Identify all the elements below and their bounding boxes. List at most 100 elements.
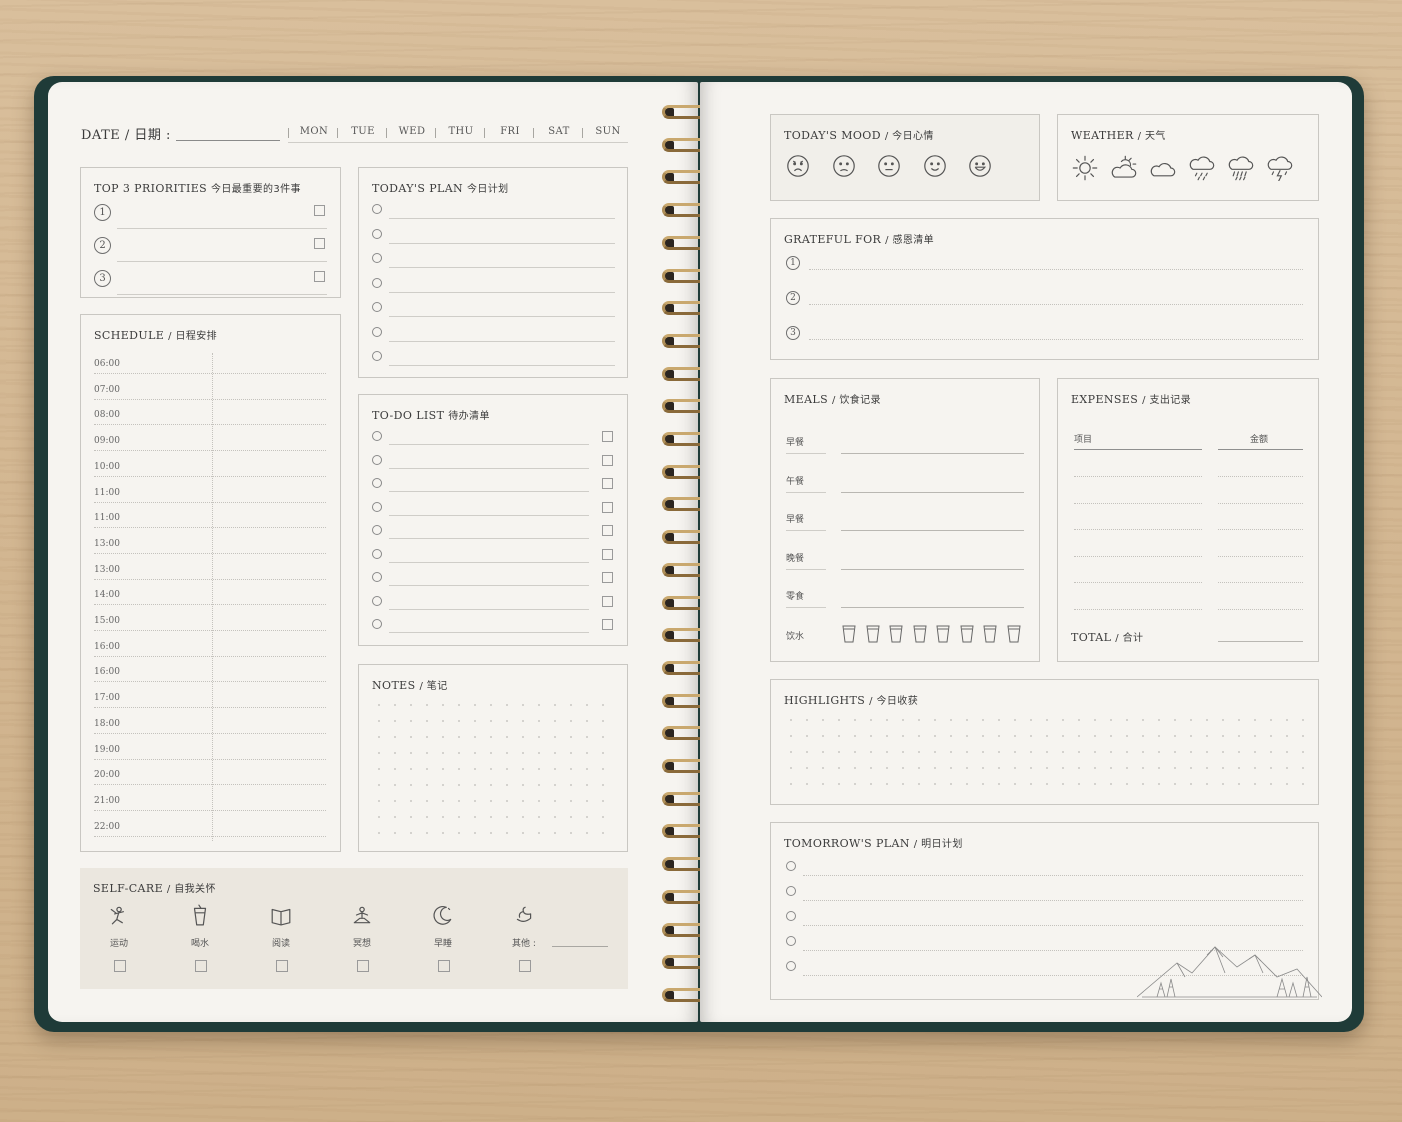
plan-bullet[interactable]: [372, 277, 382, 288]
todo-bullet[interactable]: [372, 619, 382, 629]
expense-amount-line[interactable]: [1218, 582, 1303, 583]
plan-line[interactable]: [389, 267, 615, 268]
meal-line[interactable]: [841, 453, 1024, 454]
schedule-line[interactable]: [94, 527, 326, 529]
todo-checkbox[interactable]: [602, 595, 613, 607]
sun-icon[interactable]: [1072, 155, 1098, 181]
very-sad-face-icon[interactable]: [786, 154, 810, 178]
schedule-line[interactable]: [94, 552, 326, 554]
schedule-line[interactable]: [94, 784, 326, 786]
schedule-line[interactable]: [94, 655, 326, 657]
tomorrow-bullet[interactable]: [786, 936, 796, 946]
tomorrow-bullet[interactable]: [786, 911, 796, 921]
schedule-line[interactable]: [94, 707, 326, 709]
weekday-thu[interactable]: THU: [441, 126, 481, 137]
expense-item-line[interactable]: [1074, 476, 1202, 477]
todo-bullet[interactable]: [372, 548, 382, 559]
todo-line[interactable]: [389, 561, 589, 563]
water-cup-icon[interactable]: [936, 625, 950, 643]
water-cup-icon[interactable]: [959, 625, 974, 643]
water-cup-icon[interactable]: [889, 625, 903, 643]
selfcare-checkbox[interactable]: [276, 960, 288, 972]
schedule-line[interactable]: [94, 373, 326, 374]
storm-icon[interactable]: [1267, 155, 1293, 181]
expense-item-line[interactable]: [1074, 582, 1202, 583]
todo-bullet[interactable]: [372, 572, 382, 582]
schedule-line[interactable]: [94, 475, 326, 477]
notes-dot-grid[interactable]: [371, 697, 617, 843]
todo-checkbox[interactable]: [602, 478, 613, 489]
weekday-sun[interactable]: SUN: [588, 126, 628, 137]
neutral-face-icon[interactable]: [877, 154, 901, 178]
meal-line[interactable]: [841, 568, 1024, 570]
meal-line[interactable]: [841, 607, 1024, 608]
water-cup-icon[interactable]: [842, 625, 856, 643]
selfcare-other-line[interactable]: [552, 946, 608, 947]
plan-bullet[interactable]: [372, 228, 382, 239]
weekday-mon[interactable]: MON: [294, 126, 334, 137]
expense-item-line[interactable]: [1074, 529, 1202, 530]
happy-face-icon[interactable]: [968, 154, 992, 178]
expense-amount-line[interactable]: [1218, 502, 1303, 504]
selfcare-checkbox[interactable]: [438, 960, 450, 972]
water-cup-icon[interactable]: [983, 625, 997, 643]
todo-bullet[interactable]: [372, 478, 382, 488]
plan-line[interactable]: [389, 340, 615, 342]
tomorrow-line[interactable]: [803, 900, 1303, 901]
grateful-line[interactable]: [809, 339, 1303, 340]
todo-bullet[interactable]: [372, 501, 382, 512]
date-line[interactable]: [176, 140, 280, 141]
tomorrow-bullet[interactable]: [786, 886, 796, 896]
priority-line[interactable]: [117, 261, 327, 262]
tomorrow-bullet[interactable]: [786, 961, 796, 971]
plan-line[interactable]: [389, 291, 615, 293]
expense-item-line[interactable]: [1074, 555, 1202, 557]
plan-bullet[interactable]: [372, 351, 382, 361]
schedule-line[interactable]: [94, 732, 326, 734]
todo-line[interactable]: [389, 585, 589, 586]
expenses-total-line[interactable]: [1218, 641, 1303, 642]
highlights-dot-grid[interactable]: [783, 712, 1307, 796]
todo-line[interactable]: [389, 632, 589, 633]
plan-line[interactable]: [389, 365, 615, 366]
sad-face-icon[interactable]: [832, 154, 856, 178]
todo-checkbox[interactable]: [602, 431, 613, 442]
priority-checkbox[interactable]: [314, 271, 325, 282]
schedule-line[interactable]: [94, 501, 326, 503]
expense-amount-line[interactable]: [1218, 608, 1303, 610]
schedule-line[interactable]: [94, 450, 326, 452]
tomorrow-line[interactable]: [803, 925, 1303, 926]
water-cup-icon[interactable]: [865, 625, 880, 643]
schedule-line[interactable]: [94, 681, 326, 683]
todo-checkbox[interactable]: [602, 454, 613, 466]
plan-bullet[interactable]: [372, 326, 382, 337]
meal-line[interactable]: [841, 491, 1024, 493]
selfcare-checkbox[interactable]: [195, 960, 207, 972]
todo-checkbox[interactable]: [602, 548, 613, 560]
selfcare-checkbox[interactable]: [114, 960, 126, 972]
rain-icon[interactable]: [1189, 155, 1215, 181]
plan-bullet[interactable]: [372, 204, 382, 214]
weekday-fri[interactable]: FRI: [490, 126, 530, 137]
expense-amount-line[interactable]: [1218, 555, 1303, 557]
grateful-line[interactable]: [809, 269, 1303, 270]
meal-line[interactable]: [841, 530, 1024, 531]
heavy-rain-icon[interactable]: [1228, 155, 1254, 181]
weekday-sat[interactable]: SAT: [539, 126, 579, 137]
todo-checkbox[interactable]: [602, 619, 613, 630]
water-cup-icon[interactable]: [912, 625, 927, 643]
todo-line[interactable]: [389, 538, 589, 539]
schedule-line[interactable]: [94, 758, 326, 760]
plan-bullet[interactable]: [372, 253, 382, 263]
schedule-line[interactable]: [94, 424, 326, 426]
expense-amount-line[interactable]: [1218, 476, 1303, 477]
weekday-tue[interactable]: TUE: [343, 126, 383, 137]
priority-checkbox[interactable]: [314, 205, 325, 216]
water-cup-icon[interactable]: [1006, 625, 1021, 643]
todo-bullet[interactable]: [372, 595, 382, 606]
todo-bullet[interactable]: [372, 431, 382, 441]
cloud-icon[interactable]: [1150, 155, 1176, 181]
smile-face-icon[interactable]: [923, 154, 947, 178]
todo-checkbox[interactable]: [602, 501, 613, 513]
expense-amount-line[interactable]: [1218, 529, 1303, 530]
